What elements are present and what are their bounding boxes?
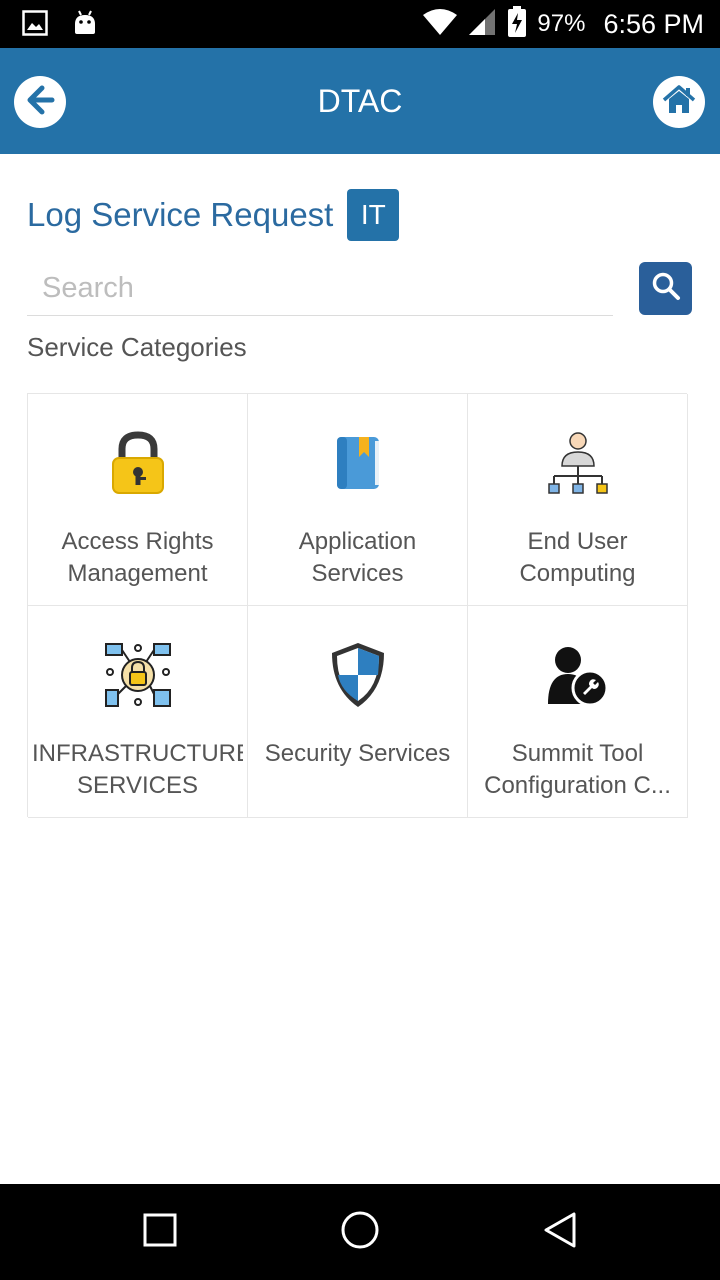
user-hierarchy-icon: [543, 428, 613, 498]
it-badge: IT: [347, 189, 400, 241]
back-arrow-icon: [22, 82, 58, 123]
recents-square-icon: [143, 1213, 177, 1252]
nav-home-button[interactable]: [340, 1210, 380, 1255]
recents-button[interactable]: [140, 1212, 180, 1252]
app-bar: DTAC: [0, 48, 720, 154]
user-settings-icon: [543, 640, 613, 710]
category-label: Summit Tool Configuration C...: [484, 740, 671, 799]
gallery-icon: [22, 10, 48, 41]
book-icon: [323, 428, 393, 498]
shield-icon: [323, 640, 393, 710]
network-security-icon: [103, 640, 173, 710]
wifi-icon: [423, 7, 458, 42]
home-button[interactable]: [653, 76, 705, 128]
category-tile-end-user-computing[interactable]: End User Computing: [468, 394, 688, 606]
search-input[interactable]: [27, 262, 613, 316]
category-label: Application Services: [298, 528, 417, 587]
nav-back-button[interactable]: [540, 1212, 580, 1252]
category-tile-infrastructure-services[interactable]: INFRASTRUCTURE SERVICES: [28, 606, 248, 818]
category-tile-security-services[interactable]: Security Services: [248, 606, 468, 818]
category-label: End User Computing: [519, 528, 636, 587]
system-nav-bar: [0, 1184, 720, 1280]
battery-charging-icon: [507, 5, 527, 43]
status-left: [22, 10, 98, 41]
category-grid: Access Rights Management Application Ser…: [27, 393, 688, 818]
app-title: DTAC: [317, 83, 403, 119]
category-tile-access-rights[interactable]: Access Rights Management: [28, 394, 248, 606]
category-tile-application-services[interactable]: Application Services: [248, 394, 468, 606]
signal-icon: [467, 7, 497, 42]
status-right: 97% 6:56 PM: [423, 0, 704, 48]
category-label: Access Rights Management: [61, 528, 214, 587]
status-time: 6:56 PM: [603, 8, 704, 39]
search-icon: [651, 271, 681, 306]
home-icon: [662, 84, 696, 121]
page-title: Log Service Request: [27, 196, 334, 233]
category-label: INFRASTRUCTURE SERVICES: [32, 740, 243, 799]
section-label: Service Categories: [27, 332, 247, 362]
android-icon: [72, 10, 98, 41]
back-triangle-icon: [542, 1211, 578, 1254]
page-heading: Log Service Request IT: [27, 189, 400, 241]
search-button[interactable]: [639, 262, 692, 315]
home-circle-icon: [340, 1210, 380, 1255]
status-bar: 97% 6:56 PM: [0, 0, 720, 48]
back-button[interactable]: [14, 76, 66, 128]
padlock-icon: [103, 428, 173, 498]
battery-percent: 97%: [537, 10, 586, 37]
category-label: Security Services: [264, 740, 451, 767]
category-tile-summit-tool-configuration[interactable]: Summit Tool Configuration C...: [468, 606, 688, 818]
